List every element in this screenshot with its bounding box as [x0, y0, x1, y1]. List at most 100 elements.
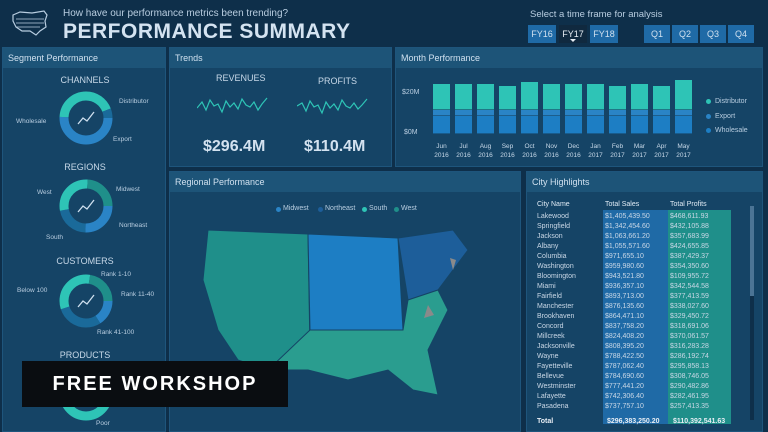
customers-donut[interactable] [58, 273, 114, 329]
bar-distributor-9[interactable] [631, 84, 648, 110]
bar-wholesale-7[interactable] [587, 116, 604, 134]
table-row[interactable]: Lakewood $1,405,439.50 $468,611.93 [537, 212, 733, 222]
city-name: Lakewood [537, 213, 569, 220]
total-sales: $1,055,571.60 [605, 243, 650, 250]
table-row[interactable]: Fairfield $893,713.00 $377,413.59 [537, 292, 733, 302]
bar-wholesale-10[interactable] [653, 116, 670, 134]
x-tick-month: Dec [568, 143, 580, 150]
year-fy16-button[interactable]: FY16 [528, 25, 556, 43]
total-sales: $296,383,250.20 [607, 418, 660, 425]
bar-distributor-0[interactable] [433, 84, 450, 110]
total-sales: $787,062.40 [605, 363, 644, 370]
col-header-sales[interactable]: Total Sales [605, 200, 639, 210]
segment-panel-title: Segment Performance [3, 48, 165, 68]
table-row[interactable]: Bloomington $943,521.80 $109,955.72 [537, 272, 733, 282]
x-tick-month: Oct [524, 143, 534, 150]
bar-wholesale-0[interactable] [433, 116, 450, 134]
bar-distributor-3[interactable] [499, 86, 516, 110]
quarter-q3-button[interactable]: Q3 [700, 25, 726, 43]
free-workshop-banner[interactable]: FREE WORKSHOP [22, 361, 288, 407]
bar-distributor-1[interactable] [455, 84, 472, 110]
table-row[interactable]: Washington $959,980.60 $354,350.60 [537, 262, 733, 272]
bar-wholesale-5[interactable] [543, 116, 560, 134]
bar-export-6[interactable] [565, 110, 582, 116]
table-row[interactable]: Manchester $876,135.60 $338,027.60 [537, 302, 733, 312]
profits-sparkline[interactable] [297, 92, 369, 120]
table-row[interactable]: Brookhaven $864,471.10 $329,450.72 [537, 312, 733, 322]
yaxis-tick-0m: $0M [404, 129, 418, 136]
table-row[interactable]: Westminster $777,441.20 $290,482.86 [537, 382, 733, 392]
quarter-q4-button[interactable]: Q4 [728, 25, 754, 43]
city-name: Jacksonville [537, 343, 575, 350]
bar-export-2[interactable] [477, 110, 494, 116]
total-profits: $295,858.13 [670, 363, 709, 370]
quarter-q2-button[interactable]: Q2 [672, 25, 698, 43]
bar-wholesale-2[interactable] [477, 116, 494, 134]
bar-export-1[interactable] [455, 110, 472, 116]
x-tick-month: Sep [502, 143, 514, 150]
table-row[interactable]: Pasadena $737,757.10 $257,413.35 [537, 402, 733, 412]
total-sales: $737,757.10 [605, 403, 644, 410]
bar-wholesale-1[interactable] [455, 116, 472, 134]
legend-dot-export [706, 114, 711, 119]
table-row[interactable]: Concord $837,758.20 $318,691.06 [537, 322, 733, 332]
bar-distributor-4[interactable] [521, 82, 538, 110]
total-profits: $318,691.06 [670, 323, 709, 330]
bar-wholesale-6[interactable] [565, 116, 582, 134]
customers-title: CUSTOMERS [56, 256, 114, 266]
bar-export-9[interactable] [631, 110, 648, 116]
bar-wholesale-8[interactable] [609, 116, 626, 134]
bar-export-3[interactable] [499, 110, 516, 116]
bar-export-0[interactable] [433, 110, 450, 116]
table-row[interactable]: Miami $936,357.10 $342,544.58 [537, 282, 733, 292]
total-sales: $1,063,661.20 [605, 233, 650, 240]
x-tick-year: 2017 [632, 152, 647, 159]
bar-distributor-7[interactable] [587, 84, 604, 110]
bar-distributor-6[interactable] [565, 84, 582, 110]
bar-wholesale-9[interactable] [631, 116, 648, 134]
regions-donut[interactable] [58, 178, 114, 234]
table-row[interactable]: Jacksonville $808,395.20 $316,283.28 [537, 342, 733, 352]
channels-title: CHANNELS [60, 75, 110, 85]
x-tick-year: 2016 [434, 152, 449, 159]
bar-distributor-5[interactable] [543, 84, 560, 110]
bar-export-5[interactable] [543, 110, 560, 116]
table-row[interactable]: Jackson $1,063,661.20 $357,683.99 [537, 232, 733, 242]
col-header-profits[interactable]: Total Profits [670, 200, 707, 210]
city-panel-title: City Highlights [527, 172, 762, 192]
table-row[interactable]: Bellevue $784,690.60 $308,746.05 [537, 372, 733, 382]
table-row[interactable]: Columbia $971,655.10 $387,429.37 [537, 252, 733, 262]
bar-export-10[interactable] [653, 110, 670, 116]
page-title: PERFORMANCE SUMMARY [63, 20, 351, 43]
bar-distributor-8[interactable] [609, 86, 626, 110]
table-row[interactable]: Springfield $1,342,454.60 $432,105.88 [537, 222, 733, 232]
bar-distributor-11[interactable] [675, 80, 692, 110]
bar-wholesale-11[interactable] [675, 116, 692, 134]
total-profits: $110,392,541.63 [673, 418, 726, 425]
bar-export-8[interactable] [609, 110, 626, 116]
bar-export-11[interactable] [675, 110, 692, 116]
table-row[interactable]: Millcreek $824,408.20 $370,061.57 [537, 332, 733, 342]
regional-panel-title: Regional Performance [170, 172, 520, 192]
city-name: Concord [537, 323, 564, 330]
bar-export-7[interactable] [587, 110, 604, 116]
bar-distributor-2[interactable] [477, 84, 494, 110]
table-scrollbar-thumb[interactable] [750, 206, 754, 296]
bar-wholesale-3[interactable] [499, 116, 516, 134]
col-header-city[interactable]: City Name [537, 200, 570, 210]
year-fy18-button[interactable]: FY18 [590, 25, 618, 43]
table-row[interactable]: Albany $1,055,571.60 $424,655.85 [537, 242, 733, 252]
quarter-q1-button[interactable]: Q1 [644, 25, 670, 43]
total-sales: $943,521.80 [605, 273, 644, 280]
customers-label-rank-41-100: Rank 41-100 [97, 329, 135, 336]
table-row[interactable]: Fayetteville $787,062.40 $295,858.13 [537, 362, 733, 372]
table-row[interactable]: Wayne $788,422.50 $286,192.74 [537, 352, 733, 362]
month-bar-chart[interactable]: Jun 2016 Jul 2016 Aug 2016 Sep 2016 Oct 2016 Nov 20… [430, 72, 700, 167]
channels-donut[interactable] [58, 90, 114, 146]
bar-distributor-10[interactable] [653, 86, 670, 110]
total-label: Total [537, 418, 554, 425]
bar-export-4[interactable] [521, 110, 538, 116]
table-row[interactable]: Lafayette $742,306.40 $282,461.95 [537, 392, 733, 402]
bar-wholesale-4[interactable] [521, 116, 538, 134]
revenues-sparkline[interactable] [197, 92, 269, 120]
